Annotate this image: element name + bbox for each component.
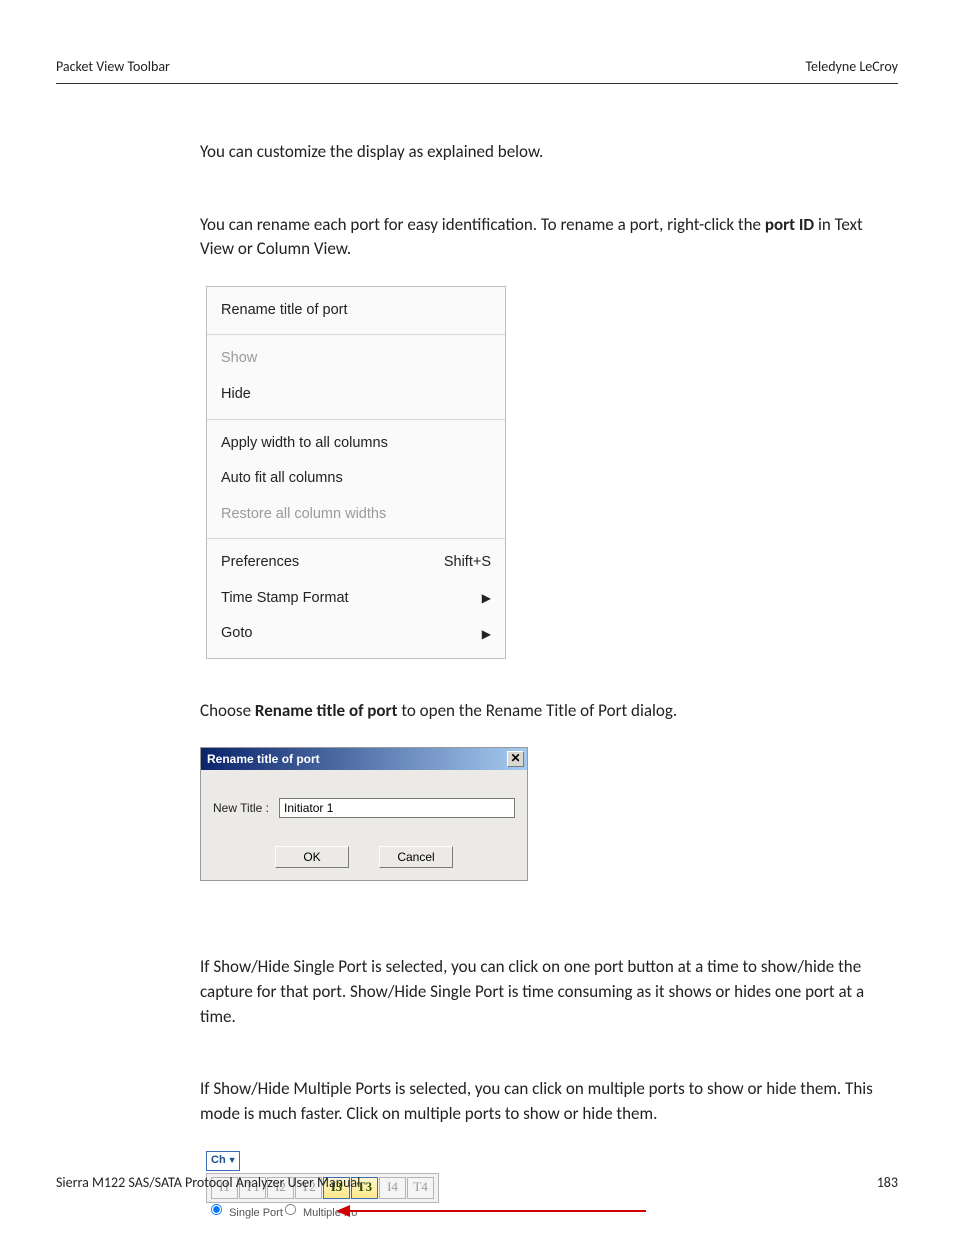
cancel-button[interactable]: Cancel (379, 846, 453, 868)
page-footer: Sierra M122 SAS/SATA Protocol Analyzer U… (56, 1174, 898, 1191)
ok-button[interactable]: OK (275, 846, 349, 868)
para-choose-rename: Choose Rename title of port to open the … (200, 699, 886, 724)
ctx-goto[interactable]: Goto ▶ (207, 616, 505, 652)
ctx-item-label: Apply width to all columns (221, 430, 388, 458)
para-customize: You can customize the display as explain… (200, 140, 886, 165)
ctx-item-label: Goto (221, 620, 252, 648)
para-multiple-ports: If Show/Hide Multiple Ports is selected,… (200, 1077, 886, 1126)
context-menu: Rename title of port Show Hide Apply wid… (206, 286, 506, 659)
ctx-apply-width[interactable]: Apply width to all columns (207, 426, 505, 462)
dialog-title-text: Rename title of port (207, 751, 320, 768)
ctx-item-shortcut: Shift+S (444, 549, 491, 577)
radio-multiple-input[interactable] (285, 1204, 296, 1215)
ctx-hide[interactable]: Hide (207, 377, 505, 413)
channel-label: Ch (211, 1153, 226, 1169)
submenu-arrow-icon: ▶ (482, 587, 491, 610)
page-content: You can customize the display as explain… (200, 140, 886, 1221)
new-title-input[interactable] (279, 798, 515, 818)
ctx-rename-title[interactable]: Rename title of port (207, 293, 505, 329)
new-title-label: New Title : (213, 800, 269, 817)
ctx-item-label: Show (221, 345, 257, 373)
header-right: Teledyne LeCroy (805, 58, 898, 75)
para-choose-after: to open the Rename Title of Port dialog. (398, 700, 678, 721)
para-choose-before: Choose (200, 700, 255, 721)
ctx-item-label: Time Stamp Format (221, 585, 349, 613)
ctx-item-label: Hide (221, 381, 251, 409)
ctx-show: Show (207, 341, 505, 377)
para-choose-bold: Rename title of port (255, 700, 398, 721)
footer-page-number: 183 (877, 1174, 898, 1191)
para-single-port: If Show/Hide Single Port is selected, yo… (200, 955, 886, 1029)
radio-single-port[interactable]: Single Port (210, 1203, 283, 1222)
page-header: Packet View Toolbar Teledyne LeCroy (56, 58, 898, 84)
rename-dialog: Rename title of port ✕ New Title : OK Ca… (200, 747, 528, 881)
radio-single-input[interactable] (211, 1204, 222, 1215)
radio-single-label: Single Port (229, 1207, 283, 1219)
dialog-close-button[interactable]: ✕ (507, 751, 524, 767)
ctx-item-label: Auto fit all columns (221, 465, 343, 493)
ctx-item-label: Restore all column widths (221, 501, 386, 529)
dropdown-caret-icon: ▼ (228, 1154, 237, 1167)
ctx-timestamp-format[interactable]: Time Stamp Format ▶ (207, 581, 505, 617)
submenu-arrow-icon: ▶ (482, 623, 491, 646)
channel-dropdown[interactable]: Ch ▼ (206, 1151, 240, 1171)
header-left: Packet View Toolbar (56, 58, 170, 75)
ctx-item-label: Rename title of port (221, 297, 348, 325)
footer-left: Sierra M122 SAS/SATA Protocol Analyzer U… (56, 1174, 360, 1191)
para-rename-bold: port ID (765, 214, 814, 235)
ctx-item-label: Preferences (221, 549, 299, 577)
ctx-preferences[interactable]: Preferences Shift+S (207, 545, 505, 581)
close-icon: ✕ (510, 751, 520, 765)
para-rename-before: You can rename each port for easy identi… (200, 214, 765, 235)
para-rename-intro: You can rename each port for easy identi… (200, 213, 886, 262)
callout-arrow-icon (336, 1203, 656, 1219)
ctx-restore-widths: Restore all column widths (207, 497, 505, 533)
ctx-auto-fit[interactable]: Auto fit all columns (207, 461, 505, 497)
dialog-titlebar: Rename title of port ✕ (201, 748, 527, 770)
